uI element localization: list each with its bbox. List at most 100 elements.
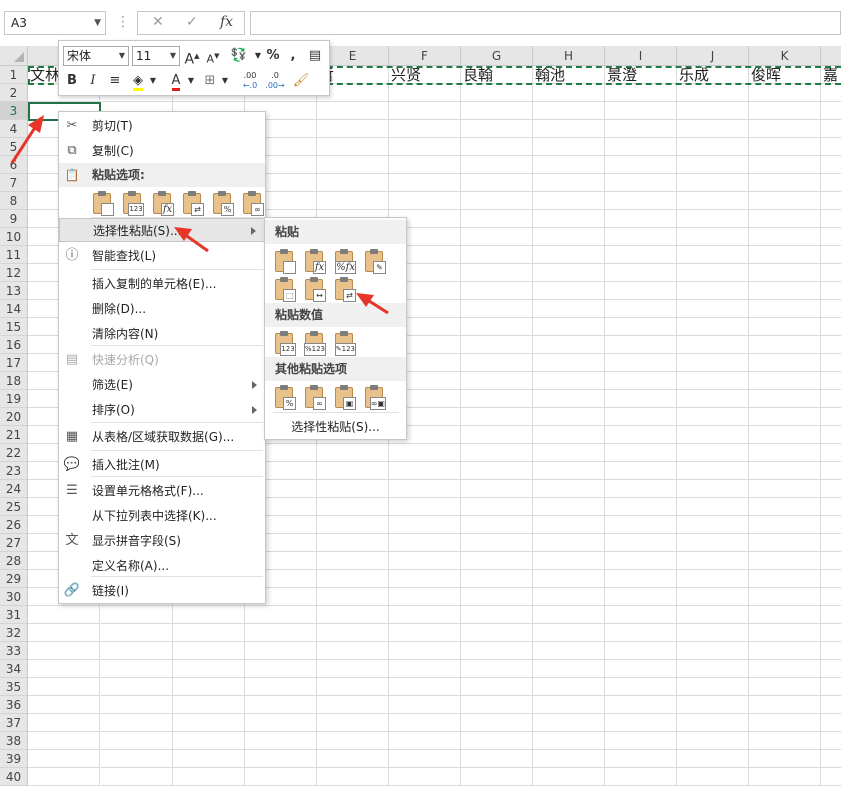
paste-option-icon-0[interactable]: [90, 190, 114, 216]
cell[interactable]: [677, 120, 749, 138]
cell[interactable]: [533, 300, 605, 318]
cell[interactable]: [821, 678, 841, 696]
cell[interactable]: [605, 480, 677, 498]
cell[interactable]: [605, 426, 677, 444]
paste-special-icon[interactable]: %123: [302, 330, 326, 356]
cell[interactable]: [605, 102, 677, 120]
cell[interactable]: [101, 606, 173, 624]
row-header-31[interactable]: 31: [0, 606, 28, 624]
align-center-button[interactable]: ≡: [107, 71, 123, 91]
cell[interactable]: [821, 264, 841, 282]
paste-special-icon[interactable]: %: [272, 384, 296, 410]
cell[interactable]: [28, 678, 100, 696]
cell[interactable]: [533, 444, 605, 462]
cell[interactable]: [677, 462, 749, 480]
cell[interactable]: [389, 642, 461, 660]
cell[interactable]: [317, 588, 389, 606]
cell[interactable]: [173, 642, 245, 660]
cell[interactable]: [749, 264, 821, 282]
cell[interactable]: [749, 606, 821, 624]
comma-style-button[interactable]: ,: [287, 46, 299, 66]
cell[interactable]: [821, 228, 841, 246]
cell[interactable]: [173, 768, 245, 786]
cell[interactable]: [317, 732, 389, 750]
cell[interactable]: [533, 498, 605, 516]
cell[interactable]: [245, 768, 317, 786]
cell[interactable]: [821, 516, 841, 534]
row-header-14[interactable]: 14: [0, 300, 28, 318]
menu-item-7[interactable]: 清除内容(N): [59, 322, 265, 346]
cell[interactable]: [461, 750, 533, 768]
cell[interactable]: [461, 642, 533, 660]
cell[interactable]: [101, 714, 173, 732]
cell[interactable]: [389, 516, 461, 534]
cell[interactable]: [461, 678, 533, 696]
cell[interactable]: [317, 480, 389, 498]
cell[interactable]: [821, 84, 841, 102]
cell[interactable]: [749, 588, 821, 606]
column-header-g[interactable]: G: [461, 46, 533, 66]
cell[interactable]: [461, 228, 533, 246]
column-header-j[interactable]: J: [677, 46, 749, 66]
cell[interactable]: [461, 534, 533, 552]
row-header-9[interactable]: 9: [0, 210, 28, 228]
cell[interactable]: [389, 660, 461, 678]
cell[interactable]: [677, 372, 749, 390]
paste-special-icon[interactable]: ↔: [302, 276, 326, 302]
cell[interactable]: [749, 336, 821, 354]
cell[interactable]: [317, 660, 389, 678]
cell[interactable]: [173, 732, 245, 750]
cell[interactable]: [317, 624, 389, 642]
cell[interactable]: [389, 120, 461, 138]
cell[interactable]: [749, 318, 821, 336]
cell[interactable]: [533, 624, 605, 642]
cell[interactable]: [677, 498, 749, 516]
cell[interactable]: [605, 768, 677, 786]
cell[interactable]: [677, 354, 749, 372]
cell[interactable]: [173, 696, 245, 714]
row-header-17[interactable]: 17: [0, 354, 28, 372]
cell[interactable]: [317, 102, 389, 120]
cell[interactable]: [749, 534, 821, 552]
cell[interactable]: [461, 552, 533, 570]
cell[interactable]: [389, 750, 461, 768]
cell[interactable]: [389, 174, 461, 192]
cell[interactable]: [749, 498, 821, 516]
cell[interactable]: [317, 552, 389, 570]
cell[interactable]: [677, 768, 749, 786]
format-painter-table-icon[interactable]: ▤: [306, 46, 324, 66]
cell[interactable]: [461, 192, 533, 210]
cell[interactable]: [749, 642, 821, 660]
cell[interactable]: [389, 624, 461, 642]
cell[interactable]: [821, 174, 841, 192]
cell[interactable]: [461, 714, 533, 732]
cell[interactable]: [605, 660, 677, 678]
cell[interactable]: [533, 516, 605, 534]
cell[interactable]: [749, 552, 821, 570]
menu-item-17[interactable]: 🔗 链接(I): [59, 579, 265, 603]
cell[interactable]: [101, 768, 173, 786]
cell[interactable]: [821, 480, 841, 498]
cell[interactable]: [533, 318, 605, 336]
cell[interactable]: [677, 174, 749, 192]
cell[interactable]: [245, 606, 317, 624]
row-header-30[interactable]: 30: [0, 588, 28, 606]
cell[interactable]: [389, 498, 461, 516]
cell[interactable]: [317, 768, 389, 786]
cell[interactable]: [821, 408, 841, 426]
cell[interactable]: [677, 732, 749, 750]
cell[interactable]: [317, 534, 389, 552]
chevron-down-icon[interactable]: ▼: [253, 46, 263, 66]
cell[interactable]: [533, 462, 605, 480]
cell[interactable]: [461, 480, 533, 498]
cell[interactable]: [821, 570, 841, 588]
cell[interactable]: [821, 210, 841, 228]
cell[interactable]: [533, 588, 605, 606]
cell[interactable]: [461, 624, 533, 642]
row-header-18[interactable]: 18: [0, 372, 28, 390]
cell[interactable]: [101, 624, 173, 642]
paste-option-icon-3[interactable]: ⇄: [180, 190, 204, 216]
cell[interactable]: [245, 678, 317, 696]
row-header-24[interactable]: 24: [0, 480, 28, 498]
paste-special-icon[interactable]: ⬚: [272, 276, 296, 302]
